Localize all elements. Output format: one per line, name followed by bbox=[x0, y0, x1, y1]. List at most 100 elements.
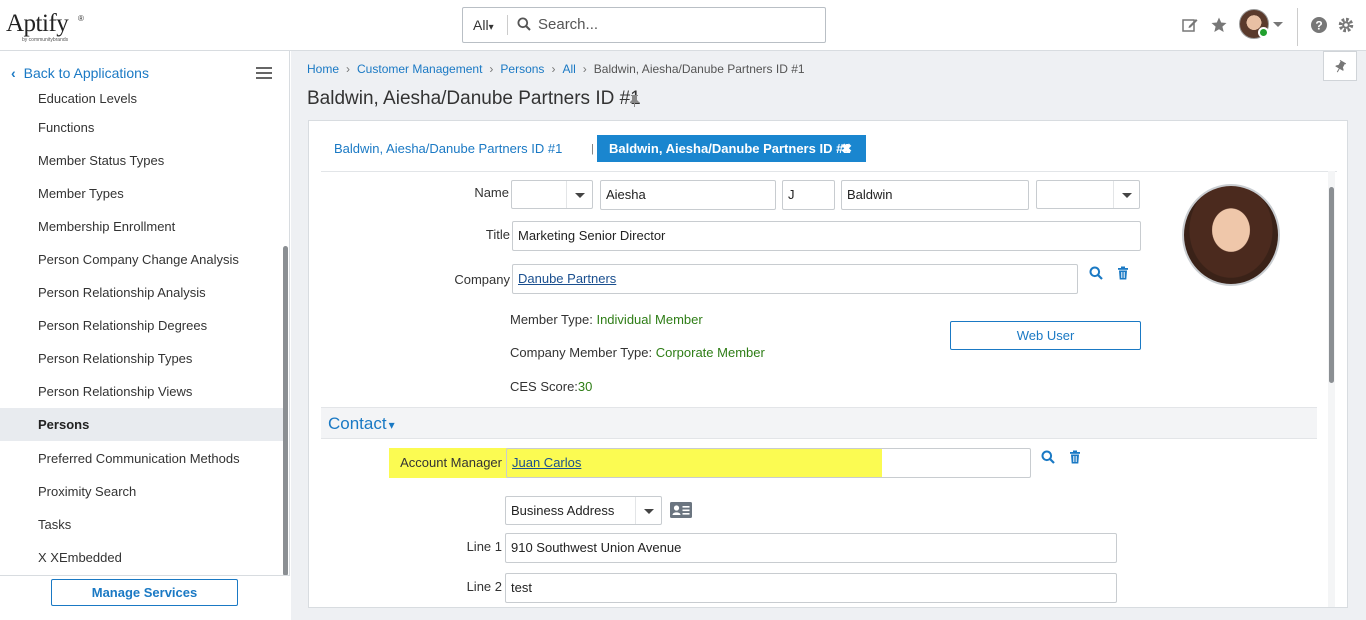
sidebar-item-x-xembedded[interactable]: X XEmbedded bbox=[0, 540, 283, 573]
logo-trademark: ® bbox=[78, 14, 84, 23]
sidebar-item-tasks[interactable]: Tasks bbox=[0, 507, 283, 540]
trash-icon[interactable] bbox=[1068, 450, 1082, 464]
title-label: Title bbox=[485, 227, 510, 242]
breadcrumb-separator-icon: › bbox=[346, 62, 351, 76]
global-search[interactable]: All▾ Search... bbox=[462, 7, 826, 43]
name-suffix-select[interactable] bbox=[1036, 180, 1140, 209]
search-icon[interactable] bbox=[1041, 450, 1055, 464]
member-type-value: Individual Member bbox=[596, 312, 703, 327]
logo-subtitle: by communitybrands bbox=[22, 37, 69, 43]
breadcrumb-separator-icon: › bbox=[582, 62, 587, 76]
title-field[interactable]: Marketing Senior Director bbox=[512, 221, 1141, 251]
tab-label: Baldwin, Aiesha/Danube Partners ID #1 bbox=[609, 141, 851, 156]
settings-gear-icon[interactable] bbox=[1337, 16, 1355, 34]
pin-panel-button[interactable] bbox=[1323, 51, 1357, 81]
breadcrumb: Home › Customer Management › Persons › All › Bal… bbox=[307, 62, 805, 76]
address-line1-field[interactable]: 910 Southwest Union Avenue bbox=[505, 533, 1117, 563]
sidebar-item-person-company-change-analysis[interactable]: Person Company Change Analysis bbox=[0, 248, 283, 281]
trash-icon[interactable] bbox=[1116, 266, 1130, 280]
sidebar-scrollbar[interactable] bbox=[283, 246, 288, 576]
sidebar-item-education-levels[interactable]: Education Levels bbox=[0, 89, 283, 116]
tab-separator: | bbox=[591, 143, 594, 155]
sidebar-item-membership-enrollment[interactable]: Membership Enrollment bbox=[0, 215, 283, 248]
account-manager-label: Account Manager bbox=[400, 455, 502, 470]
help-icon[interactable]: ? bbox=[1310, 16, 1328, 34]
ces-score-info: CES Score:30 bbox=[510, 379, 593, 394]
contact-section-title: Contact ▾ bbox=[328, 414, 395, 433]
sidebar-item-person-relationship-degrees[interactable]: Person Relationship Degrees bbox=[0, 314, 283, 347]
middle-initial-field[interactable]: J bbox=[782, 180, 835, 210]
manage-services-button[interactable]: Manage Services bbox=[51, 579, 238, 606]
last-name-field[interactable]: Baldwin bbox=[841, 180, 1029, 210]
member-type-info: Member Type: Individual Member bbox=[510, 312, 703, 327]
aptify-logo[interactable]: Aptify ® by communitybrands bbox=[6, 8, 86, 46]
hamburger-menu-icon[interactable] bbox=[256, 67, 272, 80]
company-member-type-info: Company Member Type: Corporate Member bbox=[510, 345, 765, 360]
sidebar-item-functions[interactable]: Functions bbox=[0, 116, 283, 149]
back-to-applications-link[interactable]: ‹ Back to Applications bbox=[11, 65, 149, 81]
caret-down-icon: ▾ bbox=[388, 418, 395, 432]
line2-label: Line 2 bbox=[466, 579, 502, 594]
breadcrumb-customer-management[interactable]: Customer Management bbox=[357, 62, 482, 76]
sidebar-item-preferred-communication-methods[interactable]: Preferred Communication Methods bbox=[0, 441, 283, 474]
sidebar-item-persons[interactable]: Persons bbox=[0, 408, 283, 441]
contact-section-header[interactable]: Contact ▾ bbox=[321, 407, 1317, 439]
line1-label: Line 1 bbox=[466, 539, 502, 554]
tab-divider bbox=[321, 171, 1337, 172]
sidebar-service-list: Education Levels Functions Member Status… bbox=[0, 89, 283, 573]
ces-score-value: 30 bbox=[577, 379, 593, 394]
user-menu-caret-icon[interactable] bbox=[1272, 18, 1284, 30]
address-card-icon[interactable] bbox=[670, 502, 692, 518]
sidebar: ‹ Back to Applications Education Levels F… bbox=[0, 51, 290, 620]
breadcrumb-current: Baldwin, Aiesha/Danube Partners ID #1 bbox=[593, 62, 805, 76]
web-user-button[interactable]: Web User bbox=[950, 321, 1141, 350]
caret-down-icon bbox=[566, 181, 592, 208]
online-status-dot bbox=[1258, 27, 1269, 38]
first-name-field[interactable]: Aiesha bbox=[600, 180, 776, 210]
person-photo[interactable] bbox=[1182, 184, 1280, 286]
name-prefix-select[interactable] bbox=[511, 180, 593, 209]
breadcrumb-all[interactable]: All bbox=[562, 62, 575, 76]
search-icon bbox=[517, 17, 531, 31]
sidebar-item-proximity-search[interactable]: Proximity Search bbox=[0, 474, 283, 507]
favorites-star-icon[interactable] bbox=[1210, 16, 1228, 34]
caret-down-icon bbox=[1113, 181, 1139, 208]
breadcrumb-separator-icon: › bbox=[551, 62, 556, 76]
search-icon[interactable] bbox=[1089, 266, 1103, 280]
account-manager-field[interactable]: Juan Carlos bbox=[506, 448, 1031, 478]
pin-icon bbox=[1335, 60, 1346, 73]
breadcrumb-persons[interactable]: Persons bbox=[500, 62, 544, 76]
search-divider bbox=[507, 15, 508, 35]
edit-icon[interactable] bbox=[1181, 16, 1199, 34]
close-tab-icon[interactable]: ✖ bbox=[841, 135, 852, 162]
svg-text:?: ? bbox=[1315, 19, 1322, 33]
company-label: Company bbox=[454, 272, 510, 287]
account-manager-link[interactable]: Juan Carlos bbox=[512, 455, 581, 470]
sidebar-item-person-relationship-analysis[interactable]: Person Relationship Analysis bbox=[0, 281, 283, 314]
breadcrumb-home[interactable]: Home bbox=[307, 62, 339, 76]
card-scrollbar-thumb[interactable] bbox=[1329, 187, 1334, 383]
company-field[interactable]: Danube Partners bbox=[512, 264, 1078, 294]
tab-record-link[interactable]: Baldwin, Aiesha/Danube Partners ID #1 bbox=[334, 141, 562, 156]
breadcrumb-separator-icon: › bbox=[489, 62, 494, 76]
page-title: Baldwin, Aiesha/Danube Partners ID #1 bbox=[307, 88, 641, 109]
top-bar: Aptify ® by communitybrands All▾ Search.… bbox=[0, 0, 1366, 51]
sidebar-item-member-types[interactable]: Member Types bbox=[0, 182, 283, 215]
name-label: Name bbox=[474, 185, 509, 200]
toolbar-divider bbox=[1297, 8, 1298, 46]
main-content: Home › Customer Management › Persons › All › Bal… bbox=[291, 51, 1366, 620]
search-input[interactable]: Search... bbox=[538, 16, 598, 33]
sidebar-item-member-status-types[interactable]: Member Status Types bbox=[0, 149, 283, 182]
sidebar-item-person-relationship-types[interactable]: Person Relationship Types bbox=[0, 347, 283, 380]
address-line2-field[interactable]: test bbox=[505, 573, 1117, 603]
company-link[interactable]: Danube Partners bbox=[518, 271, 616, 286]
address-type-select[interactable]: Business Address bbox=[505, 496, 662, 525]
record-card: Baldwin, Aiesha/Danube Partners ID #1 | … bbox=[308, 120, 1348, 608]
search-scope-dropdown[interactable]: All▾ bbox=[473, 17, 494, 33]
tab-record-active[interactable]: Baldwin, Aiesha/Danube Partners ID #1 ✖ bbox=[597, 135, 866, 162]
caret-down-icon bbox=[635, 497, 661, 524]
sidebar-item-person-relationship-views[interactable]: Person Relationship Views bbox=[0, 380, 283, 408]
sidebar-footer: Manage Services bbox=[0, 575, 290, 620]
pin-icon[interactable] bbox=[629, 94, 640, 107]
company-member-type-value: Corporate Member bbox=[655, 345, 765, 360]
